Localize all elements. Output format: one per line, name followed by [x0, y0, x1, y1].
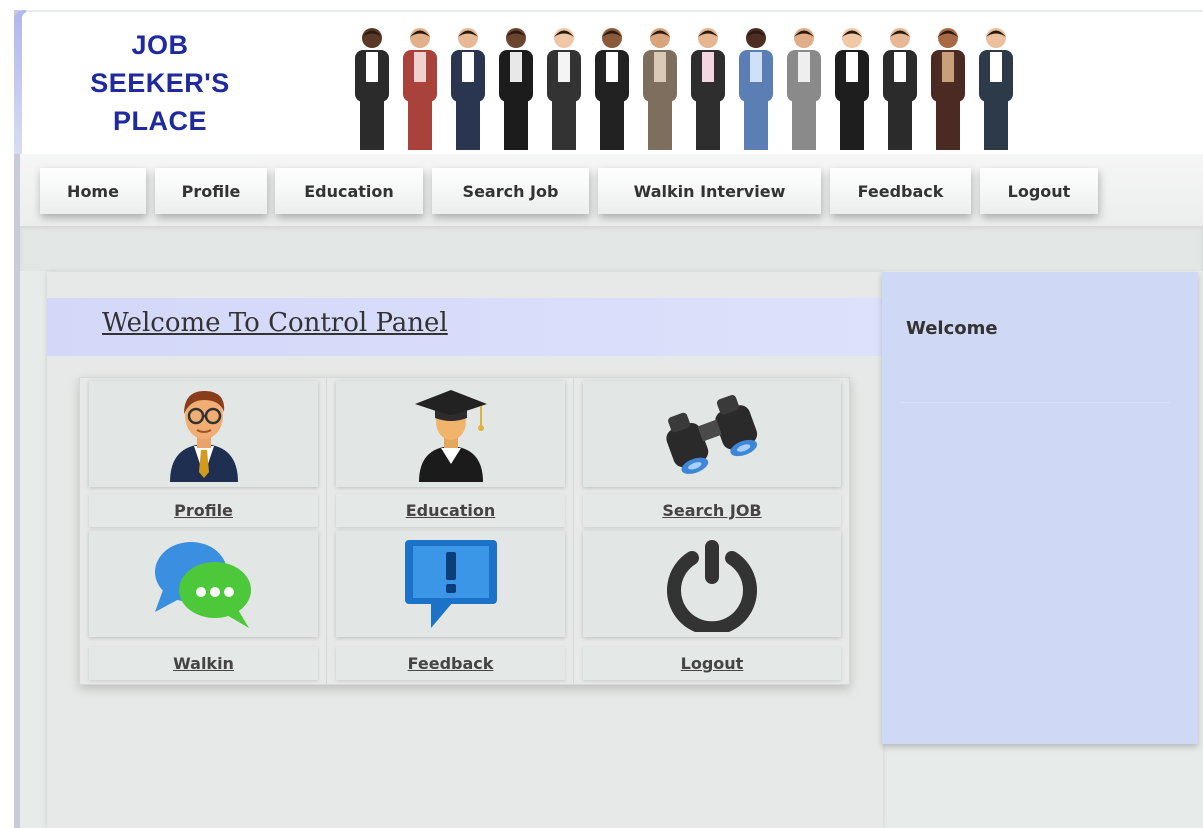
power-icon [667, 540, 757, 632]
banner-person [355, 28, 389, 150]
page-title: Welcome To Control Panel [102, 308, 448, 338]
banner-person [643, 28, 677, 150]
banner-person [787, 28, 821, 150]
site-logo[interactable]: JOB SEEKER'S PLACE [50, 26, 270, 140]
banner-person [979, 28, 1013, 150]
tile-label-education[interactable]: Education [336, 494, 565, 527]
banner-person [835, 28, 869, 150]
sidebar-title: Welcome [906, 318, 998, 339]
grid-divider [326, 378, 327, 684]
tile-label-profile[interactable]: Profile [89, 494, 318, 527]
nav-home[interactable]: Home [40, 168, 146, 214]
user-icon [169, 390, 238, 482]
nav-profile[interactable]: Profile [155, 168, 267, 214]
tile-logout[interactable] [583, 531, 841, 637]
grid-divider [573, 378, 574, 684]
tile-education[interactable] [336, 381, 565, 487]
logo-line-3: PLACE [112, 106, 207, 136]
banner-person [691, 28, 725, 150]
nav-sub-strip [20, 226, 1203, 271]
logo-line-2: SEEKER'S [90, 68, 230, 98]
chat-bubbles-icon [154, 542, 251, 628]
tile-walkin[interactable] [89, 531, 318, 637]
nav-feedback[interactable]: Feedback [830, 168, 971, 214]
banner-person [403, 28, 437, 150]
nav-walkin-interview[interactable]: Walkin Interview [598, 168, 821, 214]
banner-person [739, 28, 773, 150]
binoculars-icon [666, 394, 758, 474]
banner-person [547, 28, 581, 150]
tile-feedback[interactable] [336, 531, 565, 637]
banner-person [451, 28, 485, 150]
logo-line-1: JOB [131, 30, 189, 60]
banner-person [883, 28, 917, 150]
banner-person [595, 28, 629, 150]
feedback-icon [404, 540, 497, 628]
tile-label-walkin[interactable]: Walkin [89, 647, 318, 680]
sidebar-divider [900, 402, 1170, 403]
banner-person [931, 28, 965, 150]
people-banner-image [355, 28, 1013, 150]
nav-search-job[interactable]: Search Job [432, 168, 589, 214]
nav-logout[interactable]: Logout [980, 168, 1098, 214]
banner-person [499, 28, 533, 150]
nav-education[interactable]: Education [275, 168, 423, 214]
sidebar-panel [882, 272, 1198, 744]
tile-label-feedback[interactable]: Feedback [336, 647, 565, 680]
graduate-icon [414, 390, 487, 482]
tile-label-search-job[interactable]: Search JOB [583, 494, 841, 527]
tile-search-job[interactable] [583, 381, 841, 487]
tile-label-logout[interactable]: Logout [583, 647, 841, 680]
tile-profile[interactable] [89, 381, 318, 487]
